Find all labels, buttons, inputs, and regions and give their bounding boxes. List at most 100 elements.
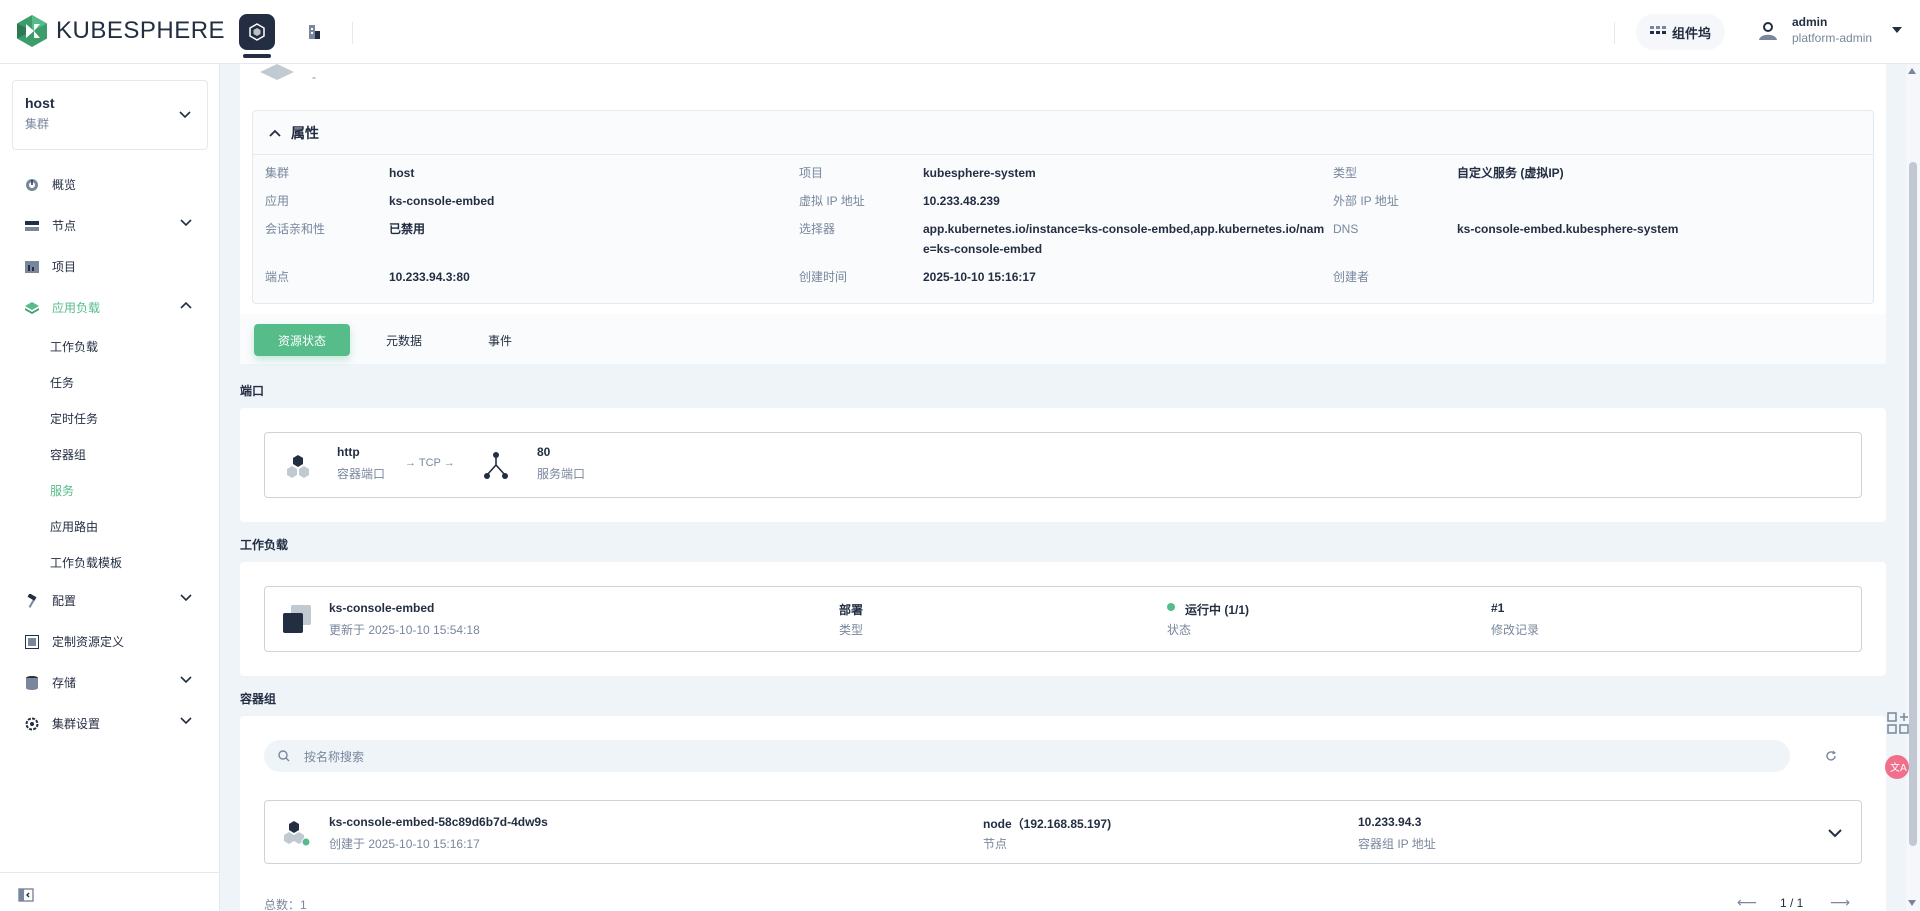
cluster-type: 集群 (25, 117, 50, 131)
workload-kind-label: 类型 (839, 623, 864, 637)
sidebar-item-label: 配置 (52, 594, 77, 608)
hammer-icon (24, 593, 40, 609)
kubesphere-logo-icon (17, 15, 47, 47)
scrollbar-thumb[interactable] (1909, 162, 1917, 846)
add-widget-icon[interactable] (1885, 710, 1911, 736)
attr-value-session-affinity: 已禁用 (389, 222, 426, 236)
database-icon (24, 675, 40, 691)
chevron-down-icon (180, 676, 192, 684)
chevron-down-icon (180, 594, 192, 602)
cluster-icon (249, 23, 265, 41)
sidebar-subitem-jobs[interactable]: 任务 (0, 364, 220, 400)
sidebar-divider (0, 872, 220, 873)
attr-key-creator: 创建者 (1333, 270, 1370, 284)
sidebar-item-crd[interactable]: 定制资源定义 (0, 621, 220, 662)
service-port-number: 80 (537, 445, 551, 459)
attr-value-created: 2025-10-10 15:16:17 (923, 270, 1036, 284)
container-port-name: http (337, 445, 360, 459)
sidebar-item-cluster-settings[interactable]: 集群设置 (0, 703, 220, 744)
workload-revision-label: 修改记录 (1491, 623, 1540, 637)
sidebar-item-label: 存储 (52, 676, 77, 690)
sidebar-item-storage[interactable]: 存储 (0, 662, 220, 703)
service-port-icon (484, 452, 508, 479)
sidebar-item-nodes[interactable]: 节点 (0, 205, 220, 246)
sidebar-item-app-workloads[interactable]: 应用负载 (0, 287, 220, 328)
sidebar-subitem-ingresses[interactable]: 应用路由 (0, 508, 220, 544)
status-dot-icon (1167, 603, 1175, 611)
user-menu[interactable]: admin platform-admin (1756, 14, 1903, 46)
attr-key-endpoints: 端点 (265, 270, 290, 284)
service-port-label: 服务端口 (537, 467, 586, 481)
prev-page-icon[interactable]: ⟵ (1737, 894, 1757, 911)
attributes-panel: 属性 集群 host 项目 kubesphere-system 类型 自定义服务… (252, 110, 1874, 304)
sidebar-subitem-cronjobs[interactable]: 定时任务 (0, 400, 220, 436)
port-protocol: → TCP → (405, 457, 455, 469)
collapse-sidebar-icon[interactable] (18, 887, 34, 903)
attr-key-cluster: 集群 (265, 166, 290, 180)
ports-section-title: 端口 (240, 384, 265, 398)
attr-key-selector: 选择器 (799, 222, 836, 236)
pod-name[interactable]: ks-console-embed-58c89d6b7d-4dw9s (329, 815, 548, 829)
workload-updated: 更新于 2025-10-10 15:54:18 (329, 623, 480, 637)
chevron-up-icon (180, 301, 192, 309)
gear-icon (24, 716, 40, 732)
extensions-button[interactable]: 组件坞 (1636, 14, 1726, 50)
attr-key-created: 创建时间 (799, 270, 848, 284)
workloads-panel: ks-console-embed 更新于 2025-10-10 15:54:18… (240, 562, 1886, 676)
service-icon (260, 64, 294, 80)
building-icon (309, 25, 320, 39)
cluster-name: host (25, 95, 55, 111)
user-role: platform-admin (1792, 31, 1873, 45)
attr-value-selector-line1: app.kubernetes.io/instance=ks-console-em… (923, 222, 1325, 236)
sidebar-item-label: 项目 (52, 260, 77, 274)
sidebar-subitem-templates[interactable]: 工作负载模板 (0, 544, 220, 580)
container-port-label: 容器端口 (337, 467, 386, 481)
workload-name[interactable]: ks-console-embed (329, 601, 434, 615)
container-port-icon (287, 455, 309, 478)
sidebar-subitem-services[interactable]: 服务 (0, 472, 220, 508)
refresh-icon[interactable] (1825, 750, 1837, 762)
pod-search-input[interactable]: 按名称搜索 (264, 740, 1790, 772)
translate-icon[interactable]: 文A (1884, 754, 1910, 780)
attr-key-dns: DNS (1333, 222, 1359, 236)
kubesphere-logo[interactable]: KUBESPHERE (16, 14, 225, 48)
sidebar-subitem-pods[interactable]: 容器组 (0, 436, 220, 472)
extensions-label: 组件坞 (1672, 25, 1712, 41)
sidebar-item-label: 定制资源定义 (52, 635, 125, 649)
svg-text:文A: 文A (1890, 761, 1907, 774)
pod-node[interactable]: node（192.168.85.197) (983, 815, 1111, 832)
attr-key-type: 类型 (1333, 166, 1358, 180)
topbar-divider (352, 22, 353, 44)
main-content: - 属性 集群 host 项目 kubesphere-system 类型 自定义… (240, 64, 1886, 911)
detail-tabs: 资源状态 元数据 事件 (240, 314, 1886, 364)
search-icon (278, 750, 290, 762)
sidebar-item-overview[interactable]: 概览 (0, 164, 220, 205)
attr-value-cluster: host (389, 166, 415, 180)
cluster-selector[interactable]: host 集群 (12, 80, 208, 150)
attr-value-dns: ks-console-embed.kubesphere-system (1457, 222, 1679, 236)
tab-resource-status[interactable]: 资源状态 (254, 324, 350, 356)
next-page-icon[interactable]: ⟶ (1830, 894, 1850, 911)
caret-down-icon (1892, 27, 1903, 33)
top-bar: KUBESPHERE 组件坞 admin platform-admin (0, 0, 1920, 64)
tab-events[interactable]: 事件 (458, 324, 542, 356)
sidebar-item-projects[interactable]: 项目 (0, 246, 220, 287)
sidebar-subitem-workloads[interactable]: 工作负载 (0, 328, 220, 364)
tab-metadata[interactable]: 元数据 (362, 324, 446, 356)
workspace-nav-button[interactable] (296, 14, 332, 50)
platform-nav-button[interactable] (239, 14, 275, 58)
pods-total: 总数：1 (264, 898, 307, 911)
scroll-down-icon[interactable] (1908, 900, 1916, 906)
workload-status: 运行中 (1/1) (1185, 603, 1250, 617)
port-card: http 容器端口 → TCP → 80 服务端口 (264, 432, 1862, 498)
attributes-header[interactable]: 属性 (253, 111, 1873, 155)
pod-card[interactable]: ks-console-embed-58c89d6b7d-4dw9s 创建于 20… (264, 800, 1862, 864)
chevron-down-icon[interactable] (1828, 829, 1842, 838)
page-scrollbar[interactable] (1906, 64, 1920, 911)
sidebar-item-config[interactable]: 配置 (0, 580, 220, 621)
workload-kind: 部署 (839, 603, 864, 617)
search-placeholder: 按名称搜索 (304, 749, 365, 764)
workload-card[interactable]: ks-console-embed 更新于 2025-10-10 15:54:18… (264, 586, 1862, 652)
attr-key-app: 应用 (265, 194, 290, 208)
scroll-up-icon[interactable] (1908, 68, 1916, 74)
